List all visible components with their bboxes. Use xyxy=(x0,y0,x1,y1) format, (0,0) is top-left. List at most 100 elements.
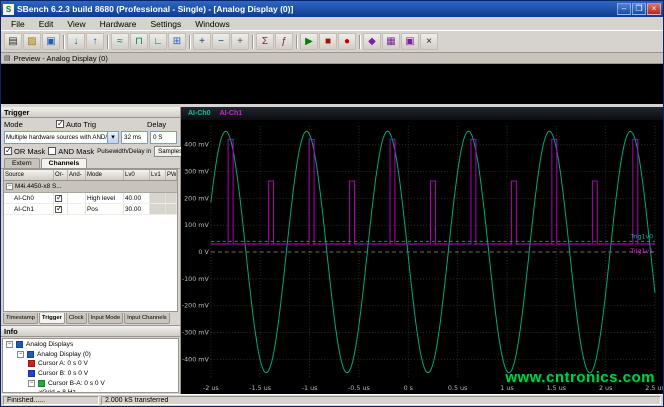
tree-item-label: Analog Display (0) xyxy=(37,350,91,358)
menu-windows[interactable]: Windows xyxy=(189,19,235,29)
and-mask-checkbox[interactable]: AND Mask xyxy=(48,147,94,156)
tab-timestamp[interactable]: Timestamp xyxy=(3,313,38,324)
digital-display-icon[interactable]: ⊓ xyxy=(130,33,148,50)
tab-trigger[interactable]: Trigger xyxy=(38,313,65,324)
cell-lv0[interactable]: 40.00 xyxy=(124,193,150,203)
save-icon[interactable]: ▣ xyxy=(42,33,60,50)
cell-mode[interactable]: Pos xyxy=(86,204,124,214)
zoom-in-icon[interactable]: + xyxy=(193,33,211,50)
tree-item[interactable]: − Cursor B-A: 0 s 0 V xyxy=(3,378,178,388)
menu-hardware[interactable]: Hardware xyxy=(94,19,143,29)
settings-sidebar: Trigger Mode Auto Trig Delay Multiple ha… xyxy=(1,107,187,394)
chart-svg[interactable]: -2 us -1.5 us -1 us -0.5 us 0 s 0.5 us 1 us 1.5… xyxy=(181,120,663,394)
menu-file[interactable]: File xyxy=(5,19,31,29)
cell-or[interactable] xyxy=(54,204,68,214)
info-panel-header[interactable]: Info xyxy=(1,326,180,337)
menu-view[interactable]: View xyxy=(61,19,91,29)
toolbar-separator xyxy=(252,34,253,49)
or-mask-checkbox[interactable]: OR Mask xyxy=(4,146,45,156)
displays-icon xyxy=(16,341,23,349)
tree-item-label: Cursor B: 0 s 0 V xyxy=(38,370,89,378)
column-header-and[interactable]: And- xyxy=(68,170,86,180)
restore-button[interactable]: ❐ xyxy=(632,3,646,15)
trigger-mode-select[interactable]: Multiple hardware sources with AND/OR ▾ xyxy=(4,131,119,144)
cell-or[interactable] xyxy=(54,193,68,203)
start-icon[interactable]: ▶ xyxy=(300,33,318,50)
snapshot-icon[interactable]: ▣ xyxy=(401,33,419,50)
tree-item[interactable]: Cursor B: 0 s 0 V xyxy=(3,369,178,379)
sum-function-icon[interactable]: Σ xyxy=(256,33,274,50)
preview-icon: ▤ xyxy=(4,55,11,62)
tree-expander-icon[interactable]: − xyxy=(6,183,13,190)
column-header-source[interactable]: Source xyxy=(4,170,54,180)
column-header-lv1[interactable]: Lv1 xyxy=(150,170,166,180)
status-bar: Finished...... 2.000 kS transferred xyxy=(1,394,663,406)
export-icon[interactable]: ↑ xyxy=(86,33,104,50)
auto-trig-checkbox[interactable]: Auto Trig xyxy=(56,119,147,129)
tree-item[interactable]: xGrid = 8 Hz xyxy=(3,388,178,392)
analog-display-icon[interactable]: ≈ xyxy=(111,33,129,50)
menu-settings[interactable]: Settings xyxy=(145,19,188,29)
fft-function-icon[interactable]: ƒ xyxy=(275,33,293,50)
tree-expander-icon[interactable]: − xyxy=(17,350,24,358)
toolbar-separator xyxy=(296,34,297,49)
tree-expander-icon[interactable]: − xyxy=(6,341,13,349)
column-header-mode[interactable]: Mode xyxy=(86,170,124,180)
tree-item-label: Cursor A: 0 s 0 V xyxy=(38,360,88,368)
menu-edit[interactable]: Edit xyxy=(33,19,60,29)
minimize-button[interactable]: – xyxy=(617,3,631,15)
column-header-pw[interactable]: PW xyxy=(166,170,177,180)
cell-and[interactable] xyxy=(68,193,86,203)
multi-display-icon[interactable]: ⊞ xyxy=(168,33,186,50)
or-checkbox-icon[interactable] xyxy=(55,204,63,213)
checkbox-icon xyxy=(56,119,64,128)
stop-icon[interactable]: ■ xyxy=(319,33,337,50)
svg-text:400 mV: 400 mV xyxy=(184,142,209,149)
trigger-table: Source Or- And- Mode Lv0 Lv1 PW − M4i.4450-x8 S.… xyxy=(3,169,178,312)
svg-text:1.5 us: 1.5 us xyxy=(547,385,567,392)
import-icon[interactable]: ↓ xyxy=(67,33,85,50)
record-icon[interactable]: ● xyxy=(338,33,356,50)
delay-label: Delay xyxy=(147,119,167,129)
cursor-icon[interactable]: + xyxy=(231,33,249,50)
close-display-icon[interactable]: × xyxy=(420,33,438,50)
svg-text:-200 mV: -200 mV xyxy=(182,303,210,310)
svg-text:-400 mV: -400 mV xyxy=(182,356,210,363)
tree-item-label: Cursor B-A: 0 s 0 V xyxy=(48,379,105,387)
tool-a-icon[interactable]: ◆ xyxy=(363,33,381,50)
tree-expander-icon[interactable]: − xyxy=(28,379,35,387)
column-header-lv0[interactable]: Lv0 xyxy=(124,170,150,180)
tree-item[interactable]: − Analog Displays xyxy=(3,340,178,350)
preview-header[interactable]: ▤ Preview - Analog Display (0) xyxy=(1,53,663,64)
tab-input-channels[interactable]: Input Channels xyxy=(124,313,170,324)
table-row[interactable]: AI-Ch0 High level40.00 xyxy=(4,193,177,204)
or-checkbox-icon[interactable] xyxy=(55,193,63,202)
chart-region: AI-Ch0 AI-Ch1 -2 us -1.5 us -1 us -0.5 us 0 s… xyxy=(181,107,663,394)
tree-item[interactable]: − Analog Display (0) xyxy=(3,350,178,360)
tool-b-icon[interactable]: ▦ xyxy=(382,33,400,50)
cell-and[interactable] xyxy=(68,204,86,214)
svg-text:Trig1v0: Trig1v0 xyxy=(630,233,654,240)
tab-clock[interactable]: Clock xyxy=(65,313,87,324)
timeout-field[interactable]: 32 ms xyxy=(121,131,148,144)
new-file-icon[interactable]: ▤ xyxy=(4,33,22,50)
trigger-panel-header[interactable]: Trigger xyxy=(1,107,180,118)
delay-field[interactable]: 0 S xyxy=(150,131,177,144)
tab-input-mode[interactable]: Input Mode xyxy=(87,313,124,324)
open-file-icon[interactable]: ▨ xyxy=(23,33,41,50)
cell-lv0[interactable]: 30.00 xyxy=(124,204,150,214)
close-button[interactable]: × xyxy=(647,3,661,15)
auto-trig-label: Auto Trig xyxy=(66,119,97,129)
xy-display-icon[interactable]: ∟ xyxy=(149,33,167,50)
table-group-row[interactable]: − M4i.4450-x8 S... xyxy=(4,181,177,193)
toolbar: ▤ ▨ ▣ ↓ ↑ ≈ ⊓ ∟ ⊞ + − + Σƒ ▶ ■ ● ◆ ▦ ▣ × xyxy=(1,31,663,53)
preview-display[interactable] xyxy=(1,64,663,104)
column-header-or[interactable]: Or- xyxy=(54,170,68,180)
tree-item[interactable]: Cursor A: 0 s 0 V xyxy=(3,359,178,369)
zoom-out-icon[interactable]: − xyxy=(212,33,230,50)
chevron-down-icon[interactable]: ▾ xyxy=(107,132,118,143)
tab-channels[interactable]: Channels xyxy=(40,158,88,168)
cell-mode[interactable]: High level xyxy=(86,193,124,203)
tab-extern[interactable]: Extern xyxy=(4,158,40,168)
table-row[interactable]: AI-Ch1 Pos30.00 xyxy=(4,204,177,215)
